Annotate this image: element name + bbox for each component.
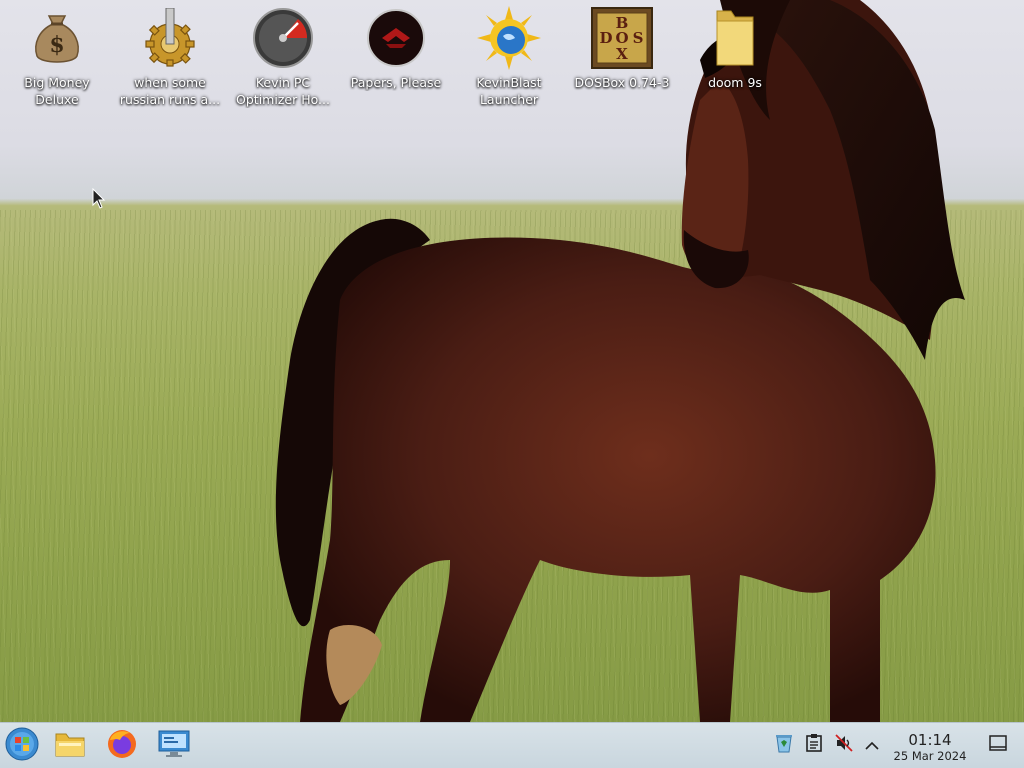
volume-muted-icon — [835, 734, 853, 756]
gear-icon — [138, 6, 202, 70]
tray-volume-button[interactable] — [833, 734, 855, 756]
clock-date: 25 Mar 2024 — [893, 749, 967, 763]
tray-clipboard-button[interactable] — [803, 734, 825, 756]
show-desktop-icon — [989, 735, 1007, 755]
taskbar-remote-desktop-button[interactable] — [156, 728, 192, 764]
svg-text:S: S — [633, 29, 644, 47]
svg-text:$: $ — [49, 32, 64, 58]
desktop-icon-russian-runs[interactable]: when some russian runs a... — [115, 6, 225, 116]
desktop-icon-label: KevinBlast Launcher — [476, 75, 542, 107]
desktop-icon-label: Papers, Please — [350, 75, 442, 90]
mouse-pointer-icon — [92, 187, 106, 214]
file-explorer-icon — [54, 730, 86, 762]
desktop[interactable]: $ Big Money Deluxe when some russian run… — [0, 0, 1024, 722]
svg-text:X: X — [616, 45, 628, 63]
clock-time: 01:14 — [908, 731, 952, 749]
chevron-up-icon — [865, 736, 879, 755]
folder-icon — [703, 6, 767, 70]
clipboard-icon — [806, 734, 822, 756]
desktop-icon-doom-9s[interactable]: doom 9s — [680, 6, 790, 116]
desktop-icon-big-money-deluxe[interactable]: $ Big Money Deluxe — [2, 6, 112, 116]
remote-desktop-icon — [157, 729, 191, 763]
desktop-icon-papers-please[interactable]: Papers, Please — [341, 6, 451, 116]
desktop-icon-dosbox[interactable]: B D O S X DOSBox 0.74-3 — [567, 6, 677, 116]
speedometer-icon — [251, 6, 315, 70]
desktop-icon-label: Big Money Deluxe — [24, 75, 90, 107]
recycle-bin-icon — [775, 733, 793, 757]
svg-text:D: D — [599, 29, 612, 47]
desktop-icon-label: Kevin PC Optimizer Ho... — [236, 75, 330, 107]
start-button[interactable] — [4, 727, 40, 765]
taskbar-firefox-button[interactable] — [104, 728, 140, 764]
tray-recycle-bin-button[interactable] — [773, 734, 795, 756]
windows-orb-icon — [5, 727, 39, 765]
desktop-icon-kevin-pc-optimizer[interactable]: Kevin PC Optimizer Ho... — [228, 6, 338, 116]
desktop-icon-label: doom 9s — [708, 75, 762, 90]
money-bag-icon: $ — [25, 6, 89, 70]
firefox-icon — [106, 728, 138, 764]
show-desktop-button[interactable] — [987, 734, 1009, 756]
taskbar-file-explorer-button[interactable] — [52, 728, 88, 764]
taskbar-clock[interactable]: 01:14 25 Mar 2024 — [882, 731, 978, 763]
desktop-icon-kevinblast-launcher[interactable]: KevinBlast Launcher — [454, 6, 564, 116]
dosbox-icon: B D O S X — [590, 6, 654, 70]
sun-globe-icon — [477, 6, 541, 70]
tray-expand-button[interactable] — [861, 734, 883, 756]
taskbar: 01:14 25 Mar 2024 — [0, 722, 1024, 768]
desktop-icon-label: DOSBox 0.74-3 — [574, 75, 670, 90]
papers-please-emblem-icon — [364, 6, 428, 70]
desktop-icon-label: when some russian runs a... — [119, 75, 221, 107]
